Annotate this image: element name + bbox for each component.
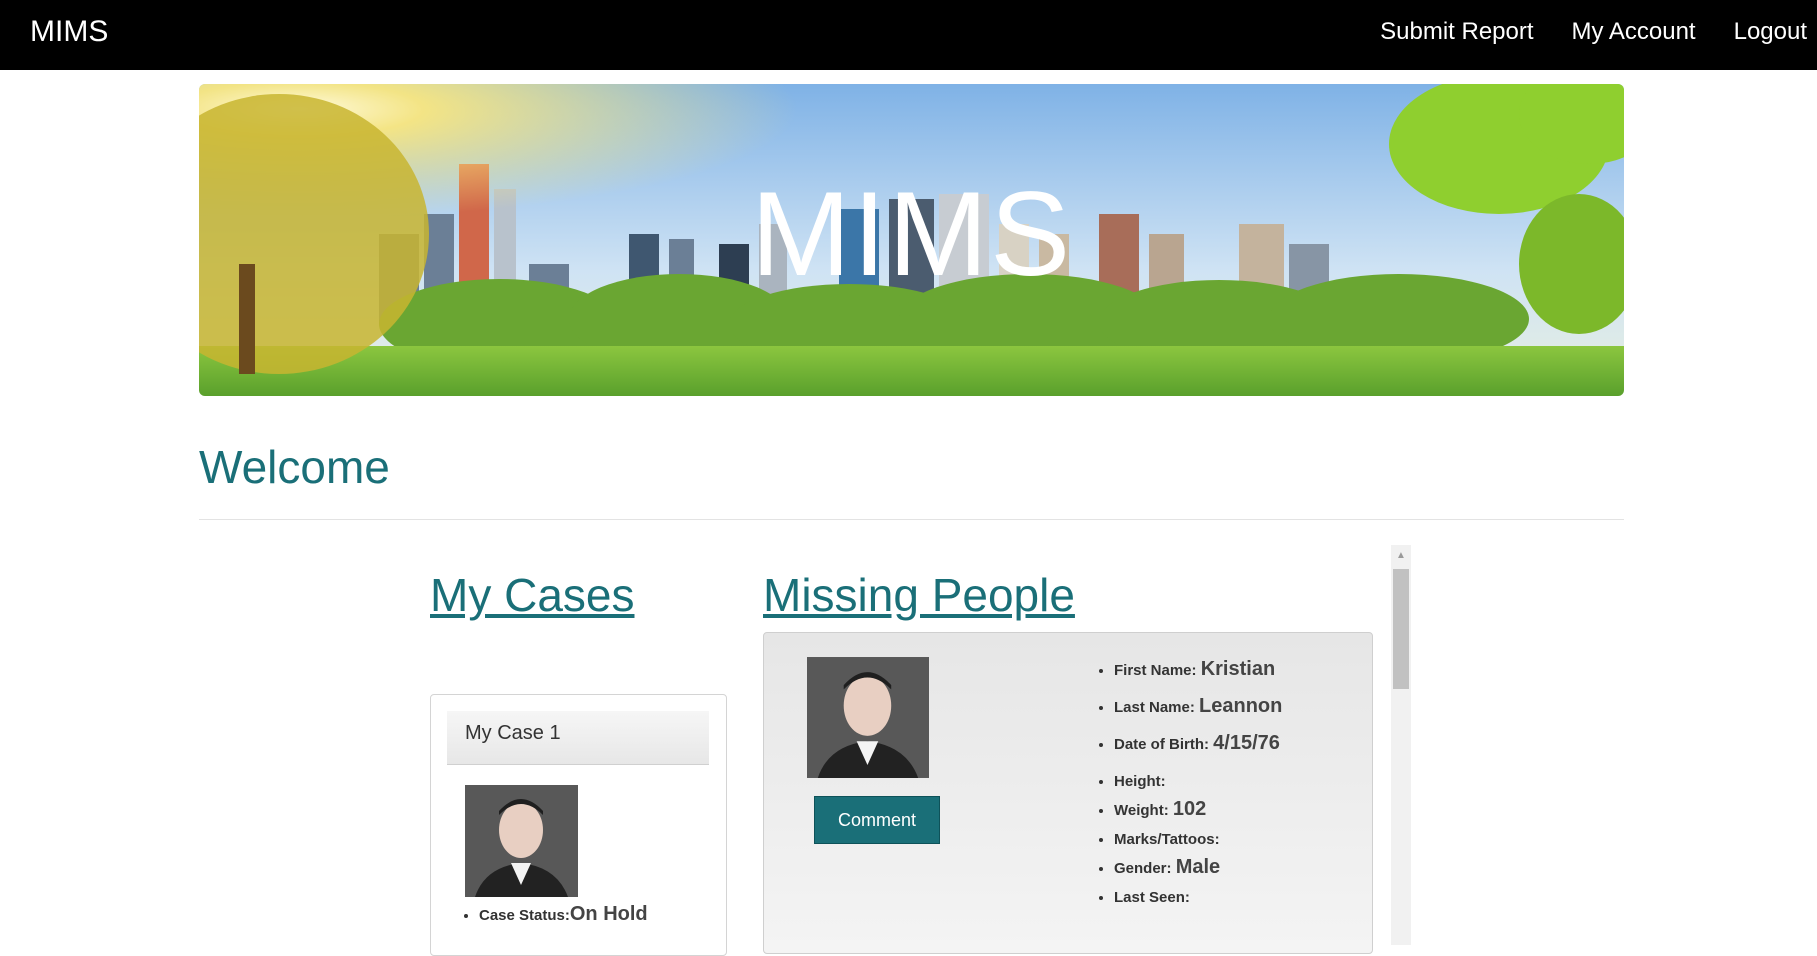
detail-height: Height: [1114, 766, 1282, 795]
scrollbar[interactable]: ▲ [1391, 545, 1411, 945]
detail-value: Leannon [1199, 695, 1283, 717]
case-person-photo [465, 785, 578, 897]
case-status-value: On Hold [569, 903, 648, 925]
nav-submit-report[interactable]: Submit Report [1380, 18, 1533, 46]
case-status-list: Case Status:On Hold [465, 903, 648, 926]
detail-value: Kristian [1200, 658, 1276, 680]
my-case-card: My Case 1 Case Status:On Hold [430, 694, 727, 956]
my-cases-link[interactable]: My Cases [430, 568, 634, 622]
detail-weight: Weight: 102 [1114, 795, 1282, 824]
missing-person-details: First Name: Kristian Last Name: Leannon … [1100, 655, 1282, 911]
hero-title: MIMS [750, 167, 1073, 301]
detail-first-name: First Name: Kristian [1114, 655, 1282, 692]
nav-logout[interactable]: Logout [1734, 18, 1807, 46]
scroll-thumb[interactable] [1393, 569, 1409, 689]
case-status-item: Case Status:On Hold [479, 903, 648, 926]
case-title[interactable]: My Case 1 [447, 711, 709, 765]
case-status-label: Case Status: [479, 907, 570, 924]
detail-label: Marks/Tattoos: [1114, 831, 1220, 848]
hero-banner: MIMS [199, 84, 1624, 396]
detail-label: Date of Birth: [1114, 736, 1209, 753]
detail-label: Gender: [1114, 860, 1172, 877]
welcome-heading: Welcome [199, 441, 390, 493]
missing-person-card: Comment First Name: Kristian Last Name: … [763, 632, 1373, 954]
comment-button[interactable]: Comment [814, 796, 940, 844]
missing-person-photo [807, 657, 929, 778]
detail-value: 102 [1172, 798, 1207, 820]
detail-marks-tattoos: Marks/Tattoos: [1114, 824, 1282, 853]
detail-dob: Date of Birth: 4/15/76 [1114, 729, 1282, 766]
detail-gender: Gender: Male [1114, 853, 1282, 882]
divider [199, 519, 1624, 520]
detail-label: First Name: [1114, 662, 1197, 679]
missing-people-link[interactable]: Missing People [763, 568, 1075, 622]
detail-label: Last Seen: [1114, 889, 1190, 906]
top-navbar: MIMS Submit Report My Account Logout [0, 0, 1817, 70]
nav-my-account[interactable]: My Account [1572, 18, 1696, 46]
detail-label: Last Name: [1114, 699, 1195, 716]
detail-last-name: Last Name: Leannon [1114, 692, 1282, 729]
detail-value: Male [1175, 856, 1221, 878]
detail-label: Height: [1114, 773, 1166, 790]
scroll-up-arrow-icon[interactable]: ▲ [1391, 545, 1411, 565]
detail-label: Weight: [1114, 802, 1169, 819]
nav-links: Submit Report My Account Logout [1380, 0, 1817, 64]
detail-last-seen: Last Seen: [1114, 882, 1282, 911]
detail-value: 4/15/76 [1213, 732, 1280, 754]
brand-link[interactable]: MIMS [30, 0, 108, 64]
